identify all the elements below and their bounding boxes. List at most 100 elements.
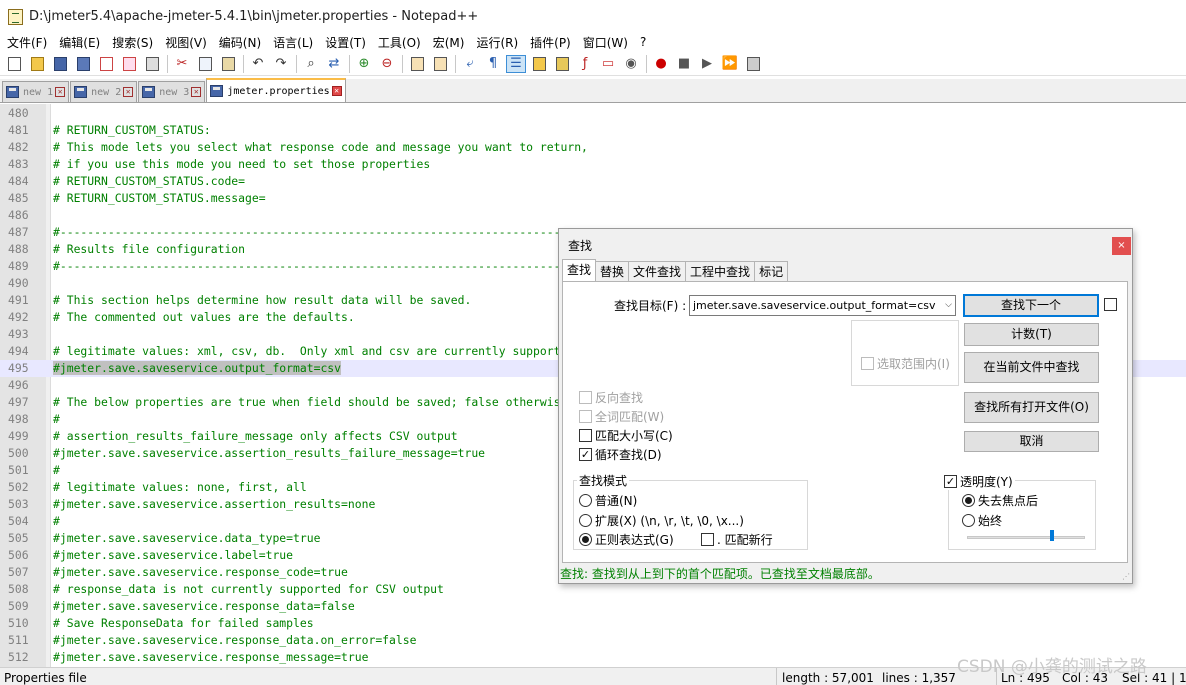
editor-line[interactable]: 484 # RETURN_CUSTOM_STATUS.code= <box>0 173 1186 190</box>
transparency-slider[interactable] <box>967 536 1085 539</box>
editor-line[interactable]: 482 # This mode lets you select what resp… <box>0 139 1186 156</box>
menu-edit[interactable]: 编辑(E) <box>52 34 105 51</box>
new-file-icon[interactable] <box>4 55 24 73</box>
folder-workspace-icon[interactable]: ▭ <box>598 55 618 73</box>
close-all-icon[interactable] <box>119 55 139 73</box>
tab-new-2[interactable]: new 2 ✕ <box>70 81 138 102</box>
cancel-button[interactable]: 取消 <box>964 431 1099 452</box>
find-what-combo[interactable]: jmeter.save.saveservice.output_format=cs… <box>689 295 956 316</box>
menu-tools[interactable]: 工具(O) <box>371 34 426 51</box>
mode-extended-radio[interactable]: 扩展(X) (\n, \r, \t, \0, \x...) <box>579 512 744 529</box>
editor-line[interactable]: 486 <box>0 207 1186 224</box>
tab-find-in-files[interactable]: 文件查找 <box>628 261 687 282</box>
count-button[interactable]: 计数(T) <box>964 323 1099 346</box>
editor-line[interactable]: 483 # if you use this mode you need to se… <box>0 156 1186 173</box>
run-macro-multi-icon[interactable]: ⏩ <box>720 55 740 73</box>
mode-regex-label: 正则表达式(G) <box>595 533 674 547</box>
paste-icon[interactable] <box>218 55 238 73</box>
menu-plugins[interactable]: 插件(P) <box>523 34 576 51</box>
save-macro-icon[interactable] <box>743 55 763 73</box>
menu-view[interactable]: 视图(V) <box>158 34 212 51</box>
sync-h-icon[interactable] <box>430 55 450 73</box>
toolbar-separator <box>402 54 403 73</box>
menu-window[interactable]: 窗口(W) <box>576 34 633 51</box>
menu-language[interactable]: 语言(L) <box>266 34 318 51</box>
transparency-checkbox[interactable]: ✓ 透明度(Y) <box>942 473 1015 490</box>
find-all-in-current-button[interactable]: 在当前文件中查找 <box>964 352 1099 383</box>
line-text: # legitimate values: none, first, all <box>53 480 307 494</box>
tab-close-icon[interactable]: ✕ <box>55 87 66 97</box>
tab-close-icon[interactable]: ✕ <box>191 87 202 97</box>
find-all-in-open-button[interactable]: 查找所有打开文件(O) <box>964 392 1099 423</box>
close-icon[interactable] <box>96 55 116 73</box>
find-icon[interactable]: ⌕ <box>301 55 321 73</box>
print-icon[interactable] <box>142 55 162 73</box>
save-icon[interactable] <box>50 55 70 73</box>
show-all-chars-icon[interactable]: ¶ <box>483 55 503 73</box>
zoom-in-icon[interactable]: ⊕ <box>354 55 374 73</box>
line-text: # <box>53 463 60 477</box>
menu-macro[interactable]: 宏(M) <box>426 34 470 51</box>
menu-help[interactable]: ? <box>633 35 651 49</box>
tab-find[interactable]: 查找 <box>562 259 597 282</box>
line-number: 492 <box>8 310 29 324</box>
find-next-direction-checkbox[interactable] <box>1104 298 1117 311</box>
doc-map-icon[interactable] <box>552 55 572 73</box>
save-all-icon[interactable] <box>73 55 93 73</box>
editor-line[interactable]: 511 #jmeter.save.saveservice.response_dat… <box>0 632 1186 649</box>
cut-icon[interactable]: ✂ <box>172 55 192 73</box>
menu-encoding[interactable]: 编码(N) <box>212 34 266 51</box>
indent-guide-icon[interactable]: ☰ <box>506 54 526 73</box>
backward-checkbox[interactable]: 反向查找 <box>579 389 643 406</box>
replace-icon[interactable]: ⇄ <box>324 55 344 73</box>
tab-jmeter-properties[interactable]: jmeter.properties ✕ <box>206 78 346 102</box>
transparency-always-radio[interactable]: 始终 <box>962 512 1002 529</box>
editor-line[interactable]: 509 #jmeter.save.saveservice.response_dat… <box>0 598 1186 615</box>
whole-word-checkbox[interactable]: 全词匹配(W) <box>579 408 664 425</box>
dialog-close-button[interactable]: × <box>1112 237 1131 255</box>
line-text: # RETURN_CUSTOM_STATUS.code= <box>53 174 246 188</box>
dot-matches-newline-checkbox[interactable]: . 匹配新行 <box>701 531 773 548</box>
udl-icon[interactable] <box>529 55 549 73</box>
wrap-around-checkbox[interactable]: ✓ 循环查找(D) <box>579 446 662 463</box>
word-wrap-icon[interactable]: ⤶ <box>460 55 480 73</box>
find-next-button[interactable]: 查找下一个 <box>963 294 1099 317</box>
tab-replace[interactable]: 替换 <box>595 261 630 282</box>
tab-close-icon[interactable]: ✕ <box>123 87 134 97</box>
toolbar-separator <box>243 54 244 73</box>
record-macro-icon[interactable]: ● <box>651 55 671 73</box>
open-file-icon[interactable] <box>27 55 47 73</box>
resize-grip-icon[interactable]: ⋰ <box>1122 572 1130 581</box>
stop-macro-icon[interactable]: ■ <box>674 55 694 73</box>
redo-icon[interactable]: ↷ <box>271 55 291 73</box>
tab-close-icon[interactable]: ✕ <box>331 86 342 96</box>
function-list-icon[interactable]: ƒ <box>575 55 595 73</box>
line-number: 487 <box>8 225 29 239</box>
mode-normal-radio[interactable]: 普通(N) <box>579 492 637 509</box>
mode-extended-label: 扩展(X) (\n, \r, \t, \0, \x...) <box>595 514 744 528</box>
zoom-out-icon[interactable]: ⊖ <box>377 55 397 73</box>
sync-v-icon[interactable] <box>407 55 427 73</box>
menu-settings[interactable]: 设置(T) <box>318 34 371 51</box>
tab-new-1[interactable]: new 1 ✕ <box>2 81 70 102</box>
menu-file[interactable]: 文件(F) <box>0 34 52 51</box>
match-case-checkbox[interactable]: 匹配大小写(C) <box>579 427 673 444</box>
transparency-on-lose-focus-radio[interactable]: 失去焦点后 <box>962 492 1038 509</box>
tab-new-3[interactable]: new 3 ✕ <box>138 81 206 102</box>
transparency-slider-thumb[interactable] <box>1050 530 1054 541</box>
menu-run[interactable]: 运行(R) <box>469 34 523 51</box>
editor-line[interactable]: 485 # RETURN_CUSTOM_STATUS.message= <box>0 190 1186 207</box>
copy-icon[interactable] <box>195 55 215 73</box>
tab-mark[interactable]: 标记 <box>754 261 789 282</box>
in-selection-checkbox[interactable]: 选取范围内(I) <box>861 355 950 372</box>
mode-regex-radio[interactable]: 正则表达式(G) <box>579 531 674 548</box>
editor-line[interactable]: 510 # Save ResponseData for failed sample… <box>0 615 1186 632</box>
undo-icon[interactable]: ↶ <box>248 55 268 73</box>
menu-search[interactable]: 搜索(S) <box>105 34 158 51</box>
play-macro-icon[interactable]: ▶ <box>697 55 717 73</box>
chevron-down-icon[interactable]: ⌵ <box>945 296 952 315</box>
editor-line[interactable]: 480 <box>0 105 1186 122</box>
monitor-icon[interactable]: ◉ <box>621 55 641 73</box>
tab-find-in-project[interactable]: 工程中查找 <box>685 261 756 282</box>
editor-line[interactable]: 481 # RETURN_CUSTOM_STATUS: <box>0 122 1186 139</box>
